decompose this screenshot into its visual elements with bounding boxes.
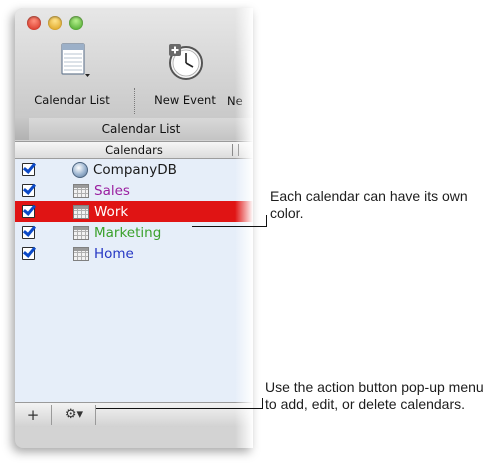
calendar-checkbox[interactable]: [22, 163, 35, 176]
calendar-label: Work: [94, 203, 129, 220]
color-callout-text: Each calendar can have its own color.: [270, 188, 468, 221]
zoom-button[interactable]: [69, 16, 83, 30]
calendar-list-label: Calendar List: [34, 93, 110, 107]
calendar-label: CompanyDB: [93, 161, 177, 178]
calendar-checkbox[interactable]: [22, 247, 35, 260]
calendar-list-button[interactable]: Calendar List: [23, 40, 121, 107]
calendar-checkbox[interactable]: [22, 205, 35, 218]
calendar-row-companydb[interactable]: CompanyDB: [15, 159, 253, 180]
calendars-header-label: Calendars: [105, 143, 163, 157]
color-callout-leader: [192, 226, 266, 227]
toolbar-separator: [134, 88, 136, 114]
calendar-list-icon: [61, 43, 90, 77]
truncated-toolbar-button[interactable]: Ne: [227, 90, 253, 108]
tab-bar: Calendar List: [15, 118, 253, 140]
window-controls: [27, 16, 83, 30]
calendar-label: Marketing: [94, 224, 162, 241]
action-callout-text: Use the action button pop-up menu to add…: [265, 379, 484, 412]
tab-calendar-list[interactable]: Calendar List: [29, 118, 253, 140]
bottom-bar-divider: [51, 405, 52, 425]
calendar-checkbox[interactable]: [22, 184, 35, 197]
list-bottom-bar: + ⚙▾: [15, 402, 253, 427]
clock-plus-icon: [169, 44, 203, 80]
calendar-row-sales[interactable]: Sales: [15, 180, 253, 201]
truncated-toolbar-label: Ne: [227, 94, 243, 108]
calendar-icon: [73, 183, 89, 198]
color-callout-leader-tick: [266, 215, 267, 227]
new-event-label: New Event: [154, 93, 216, 107]
column-resize-grip[interactable]: [232, 144, 239, 156]
action-menu-button[interactable]: ⚙▾: [59, 403, 89, 427]
server-icon: [72, 161, 88, 178]
new-event-button[interactable]: New Event: [143, 40, 227, 107]
tab-ledge: [15, 118, 30, 140]
close-button[interactable]: [27, 16, 41, 30]
minimize-button[interactable]: [48, 16, 62, 30]
calendar-icon: [73, 225, 89, 240]
calendars-column-header[interactable]: Calendars: [15, 142, 253, 159]
calendar-label: Home: [94, 245, 134, 262]
calendar-row-work[interactable]: Work: [15, 201, 253, 222]
calendar-row-home[interactable]: Home: [15, 243, 253, 264]
ical-window: Calendar List New Event Ne Calendar List…: [15, 8, 253, 448]
calendar-list: Calendars CompanyDB Sales Work Marketing…: [15, 141, 253, 402]
calendar-icon: [73, 204, 89, 219]
action-callout-leader-tick: [262, 398, 263, 409]
calendar-label: Sales: [94, 182, 130, 199]
toolbar: Calendar List New Event Ne: [15, 8, 253, 132]
calendar-icon: [73, 246, 89, 261]
action-callout-leader: [96, 408, 262, 409]
add-calendar-button[interactable]: +: [21, 403, 45, 427]
calendar-checkbox[interactable]: [22, 226, 35, 239]
